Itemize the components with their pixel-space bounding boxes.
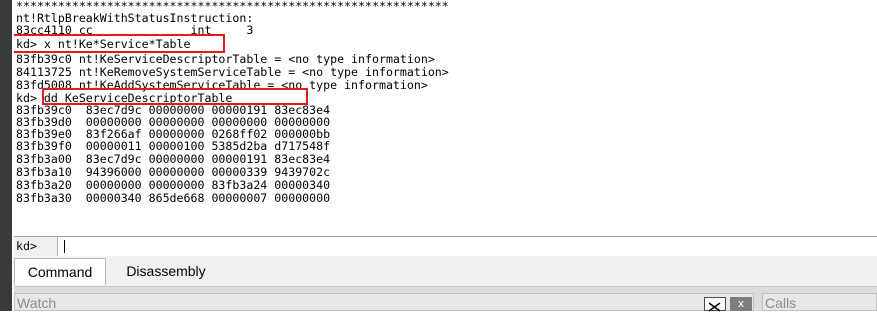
output-line: 83fb3a30 00000340 865de668 00000007 0000… xyxy=(16,191,331,205)
output-line: 83fb3a00 83ec7d9c 00000000 00000191 83ec… xyxy=(16,152,331,166)
output-line: 84113725 nt!KeRemoveSystemServiceTable =… xyxy=(16,65,449,79)
calls-pane-title[interactable]: Calls xyxy=(762,293,877,311)
tab-command[interactable]: Command xyxy=(14,258,106,285)
left-window-edge xyxy=(0,0,12,311)
output-line: 83fb39f0 00000011 00000100 5385d2ba d717… xyxy=(16,139,331,153)
output-line: 83fb3a20 00000000 00000000 83fb3a24 0000… xyxy=(16,178,331,192)
tab-disassembly[interactable]: Disassembly xyxy=(110,258,222,285)
restore-pane-icon[interactable] xyxy=(704,297,726,312)
command-output-pane[interactable]: ****************************************… xyxy=(14,0,877,234)
docked-panes-area: Watch x Calls xyxy=(14,287,877,312)
output-line: 83fb39c0 nt!KeServiceDescriptorTable = <… xyxy=(16,52,435,66)
highlight-box-x-command xyxy=(14,34,225,53)
restore-pane-glyph xyxy=(708,302,721,312)
command-input-row: kd> xyxy=(14,236,877,257)
highlight-box-dd-command xyxy=(42,88,308,105)
close-pane-icon[interactable]: x xyxy=(730,297,752,311)
bottom-tab-bar: Command Disassembly xyxy=(14,256,877,287)
command-input-caret[interactable] xyxy=(64,240,65,253)
watch-pane-title[interactable]: Watch xyxy=(14,293,754,311)
output-line: 83fb3a10 94396000 00000000 00000339 9439… xyxy=(16,165,331,179)
command-prompt-label: kd> xyxy=(14,237,58,256)
